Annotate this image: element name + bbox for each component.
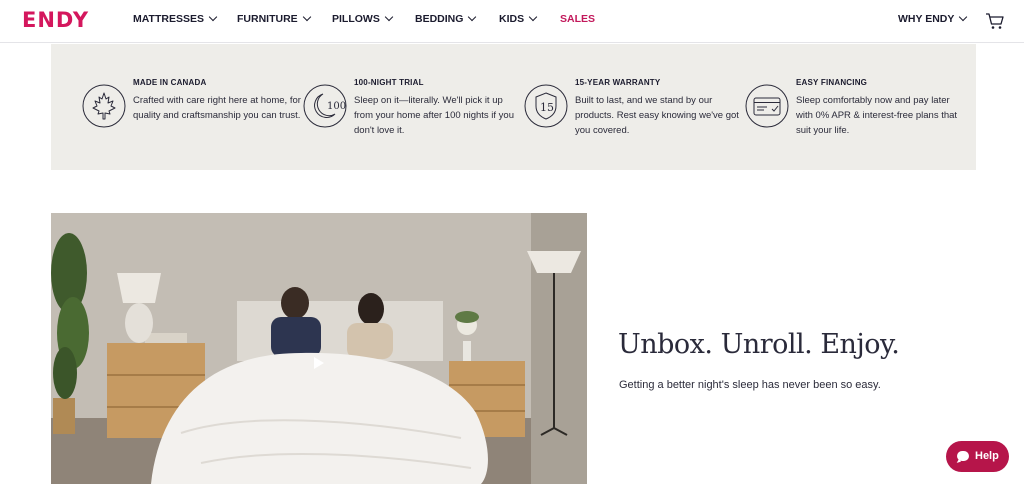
feature-title: MADE IN CANADA xyxy=(133,78,207,87)
feature-title: EASY FINANCING xyxy=(796,78,868,87)
nav-item-mattresses[interactable]: MATTRESSES xyxy=(133,12,218,25)
nav-item-why-endy[interactable]: WHY ENDY xyxy=(898,12,968,25)
bedroom-scene-image xyxy=(51,213,587,484)
maple-leaf-icon xyxy=(82,84,126,128)
nav-item-furniture[interactable]: FURNITURE xyxy=(237,12,311,25)
help-button[interactable]: Help xyxy=(946,441,1009,472)
hero-headline: Unbox. Unroll. Enjoy. xyxy=(618,329,900,360)
feature-description: Crafted with care right here at home, fo… xyxy=(133,95,301,121)
chevron-down-icon xyxy=(468,12,477,22)
nav-item-pillows[interactable]: PILLOWS xyxy=(332,12,394,25)
moon-100-icon: 100 xyxy=(303,84,347,128)
play-icon[interactable] xyxy=(314,357,324,369)
endy-logo[interactable]: ENDY xyxy=(22,8,89,32)
chevron-down-icon xyxy=(384,12,394,22)
feature-description: Built to last, and we stand by our produ… xyxy=(575,95,739,136)
feature-description: Sleep on it—literally. We'll pick it up … xyxy=(354,95,514,136)
nav-item-kids[interactable]: KIDS xyxy=(499,12,538,25)
feature-title: 15-YEAR WARRANTY xyxy=(575,78,661,87)
chevron-down-icon xyxy=(528,12,538,22)
nav-item-bedding[interactable]: BEDDING xyxy=(415,12,477,25)
chevron-down-icon xyxy=(959,12,968,22)
moon-icon-number: 100 xyxy=(327,101,346,112)
feature-title: 100-NIGHT TRIAL xyxy=(354,78,424,87)
help-label: Help xyxy=(975,450,999,462)
features-strip: MADE IN CANADA Crafted with care right h… xyxy=(51,44,976,170)
shield-15-icon: 15 xyxy=(524,84,568,128)
chevron-down-icon xyxy=(208,12,218,22)
cart-icon[interactable] xyxy=(985,11,1005,31)
chat-bubble-icon xyxy=(957,451,969,461)
shield-icon-number: 15 xyxy=(540,101,554,114)
feature-description: Sleep comfortably now and pay later with… xyxy=(796,95,958,136)
credit-card-icon xyxy=(745,84,789,128)
nav-item-sales[interactable]: SALES xyxy=(560,13,595,25)
hero-subline: Getting a better night's sleep has never… xyxy=(619,379,881,391)
hero-video[interactable] xyxy=(51,213,587,484)
chevron-down-icon xyxy=(302,12,311,22)
top-navigation: ENDY MATTRESSES FURNITURE PILLOWS BEDDIN… xyxy=(0,0,1024,43)
